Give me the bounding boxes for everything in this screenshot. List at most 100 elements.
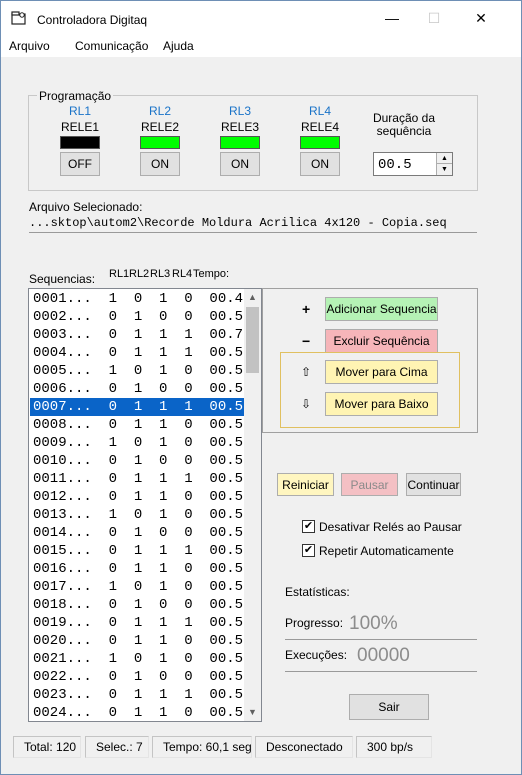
list-item[interactable]: 0003... 0 1 1 1 00.7	[30, 326, 244, 344]
list-item[interactable]: 0021... 1 0 1 0 00.5	[30, 650, 244, 668]
list-item[interactable]: 0004... 0 1 1 1 00.5	[30, 344, 244, 362]
desativar-label: Desativar Relés ao Pausar	[319, 520, 462, 534]
list-scrollbar[interactable]: ▲ ▼	[244, 289, 261, 721]
adicionar-sequencia-button[interactable]: Adicionar Sequencia	[325, 297, 438, 321]
continuar-button[interactable]: Continuar	[406, 473, 461, 496]
execucoes-value: 00000	[357, 645, 410, 666]
col-header-rl3: RL3	[150, 268, 171, 280]
execucoes-divider	[285, 671, 477, 672]
list-item[interactable]: 0002... 0 1 0 0 00.5	[30, 308, 244, 326]
status-baud: 300 bp/s	[356, 736, 432, 758]
rele1-indicator	[60, 136, 100, 149]
list-item[interactable]: 0011... 0 1 1 1 00.5	[30, 470, 244, 488]
plus-icon: +	[302, 301, 311, 317]
execucoes-label: Execuções:	[285, 648, 348, 662]
repetir-label: Repetir Automaticamente	[319, 544, 454, 558]
list-item[interactable]: 0001... 1 0 1 0 00.4	[30, 290, 244, 308]
duracao-label-line2: sequência	[376, 124, 432, 138]
list-item[interactable]: 0006... 0 1 0 0 00.5	[30, 380, 244, 398]
minimize-button[interactable]: —	[369, 1, 415, 35]
mover-baixo-button[interactable]: Mover para Baixo	[325, 392, 438, 416]
repetir-checkbox[interactable]: ✔	[302, 544, 315, 557]
duracao-spinner[interactable]: 00.5 ▲ ▼	[373, 152, 453, 176]
rl2-label: RL2	[148, 104, 171, 118]
list-item[interactable]: 0024... 0 1 1 0 00.5	[30, 704, 244, 721]
list-item[interactable]: 0009... 1 0 1 0 00.5	[30, 434, 244, 452]
progresso-label: Progresso:	[285, 616, 344, 630]
menu-arquivo[interactable]: Arquivo	[9, 39, 50, 53]
rl3-label: RL3	[228, 104, 251, 118]
rele3-indicator	[220, 136, 260, 149]
list-item[interactable]: 0012... 0 1 1 0 00.5	[30, 488, 244, 506]
progresso-divider	[285, 639, 477, 640]
sair-button[interactable]: Sair	[349, 694, 429, 720]
sequencias-label: Sequencias:	[29, 272, 96, 286]
rele2-toggle-button[interactable]: ON	[140, 152, 180, 176]
status-total: Total: 120	[13, 736, 81, 758]
list-item[interactable]: 0020... 0 1 1 0 00.5	[30, 632, 244, 650]
duracao-label: Duração da sequência	[369, 112, 439, 138]
list-item[interactable]: 0019... 0 1 1 1 00.5	[30, 614, 244, 632]
spin-down-icon[interactable]: ▼	[436, 164, 452, 175]
col-header-rl4: RL4	[172, 268, 193, 280]
minus-icon: −	[302, 333, 311, 349]
list-item[interactable]: 0023... 0 1 1 1 00.5	[30, 686, 244, 704]
programacao-title: Programação	[37, 89, 114, 103]
list-item[interactable]: 0022... 0 1 0 0 00.5	[30, 668, 244, 686]
list-item[interactable]: 0016... 0 1 1 0 00.5	[30, 560, 244, 578]
arquivo-path: ...sktop\autom2\Recorde Moldura Acrilica…	[29, 216, 477, 233]
rele1-name: RELE1	[60, 120, 100, 134]
desativar-checkbox[interactable]: ✔	[302, 520, 315, 533]
scroll-thumb[interactable]	[246, 307, 259, 373]
status-conexao: Desconectado	[255, 736, 353, 758]
app-icon	[11, 11, 26, 25]
list-item[interactable]: 0018... 0 1 0 0 00.5	[30, 596, 244, 614]
col-header-rl1: RL1	[109, 268, 130, 280]
rele4-toggle-button[interactable]: ON	[300, 152, 340, 176]
menu-comunicacao[interactable]: Comunicação	[75, 39, 148, 53]
menu-ajuda[interactable]: Ajuda	[163, 39, 194, 53]
excluir-sequencia-button[interactable]: Excluir Sequência	[325, 329, 438, 353]
arquivo-label: Arquivo Selecionado:	[29, 200, 143, 214]
rl1-label: RL1	[68, 104, 91, 118]
rele3-name: RELE3	[220, 120, 260, 134]
estatisticas-title: Estatísticas:	[285, 585, 350, 599]
window-title: Controladora Digitaq	[37, 13, 148, 27]
title-bar: Controladora Digitaq — ☐ ✕	[1, 1, 521, 35]
col-header-rl2: RL2	[129, 268, 150, 280]
rele4-indicator	[300, 136, 340, 149]
sequence-list[interactable]: 0024... 0 1 1 0 00.5 0023... 0 1 1 1 00.5…	[28, 288, 262, 722]
reiniciar-button[interactable]: Reiniciar	[277, 473, 334, 496]
rele1-toggle-button[interactable]: OFF	[60, 152, 100, 176]
arrow-up-icon: ⇧	[301, 365, 312, 379]
rele2-indicator	[140, 136, 180, 149]
list-item[interactable]: 0010... 0 1 0 0 00.5	[30, 452, 244, 470]
menu-bar: Arquivo Comunicação Ajuda	[1, 35, 521, 57]
list-item[interactable]: 0017... 1 0 1 0 00.5	[30, 578, 244, 596]
list-item[interactable]: 0008... 0 1 1 0 00.5	[30, 416, 244, 434]
list-item[interactable]: 0014... 0 1 0 0 00.5	[30, 524, 244, 542]
duracao-value[interactable]: 00.5	[378, 157, 412, 173]
scroll-up-icon[interactable]: ▲	[244, 289, 261, 306]
arrow-down-icon: ⇩	[301, 397, 312, 411]
mover-cima-button[interactable]: Mover para Cima	[325, 360, 438, 384]
close-button[interactable]: ✕	[458, 1, 504, 35]
duracao-label-line1: Duração da	[372, 111, 436, 125]
rele4-name: RELE4	[300, 120, 340, 134]
rl4-label: RL4	[308, 104, 331, 118]
maximize-button[interactable]: ☐	[411, 1, 457, 35]
spin-up-icon[interactable]: ▲	[436, 153, 452, 164]
rele3-toggle-button[interactable]: ON	[220, 152, 260, 176]
status-tempo: Tempo: 60,1 seg	[152, 736, 252, 758]
list-item[interactable]: 0013... 1 0 1 0 00.5	[30, 506, 244, 524]
list-item[interactable]: 0007... 0 1 1 1 00.5	[30, 398, 244, 416]
main-window: Controladora Digitaq — ☐ ✕ Arquivo Comun…	[0, 0, 522, 775]
list-item[interactable]: 0005... 1 0 1 0 00.5	[30, 362, 244, 380]
status-bar: Total: 120 Selec.: 7 Tempo: 60,1 seg Des…	[1, 734, 521, 760]
progresso-value: 100%	[349, 613, 398, 634]
rele2-name: RELE2	[140, 120, 180, 134]
list-item[interactable]: 0015... 0 1 1 1 00.5	[30, 542, 244, 560]
col-header-tempo: Tempo:	[193, 268, 230, 280]
scroll-down-icon[interactable]: ▼	[244, 704, 261, 721]
pausar-button[interactable]: Pausar	[341, 473, 398, 496]
